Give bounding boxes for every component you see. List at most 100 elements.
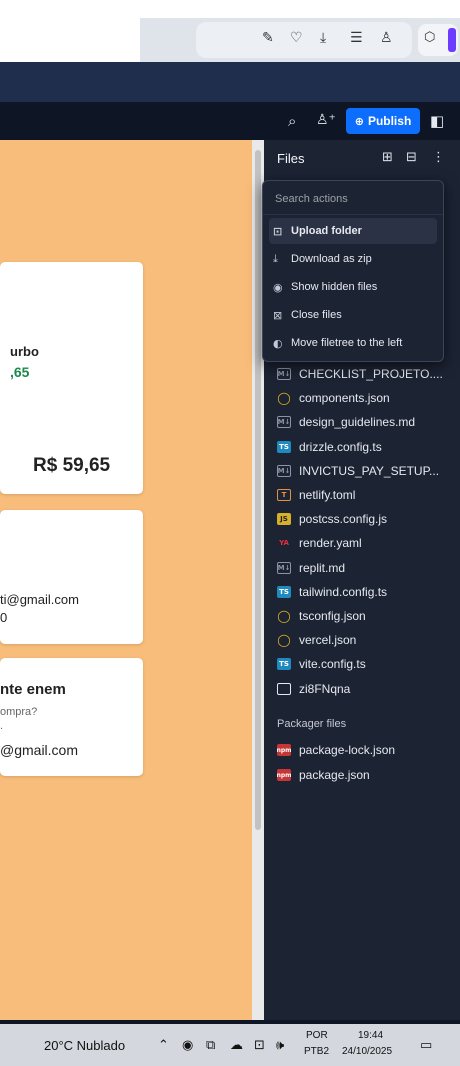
menu-item-move-filetree[interactable]: ◐ Move filetree to the left [269,330,437,356]
file-tree-item[interactable]: TS tailwind.config.ts [277,582,387,602]
tab-strip [0,62,460,102]
json-file-icon: ◯ [277,391,291,406]
file-tree-item[interactable]: ◯ vercel.json [277,630,356,650]
globe-icon: ⊕ [354,114,364,128]
clock-date[interactable]: 24/10/2025 [342,1046,392,1057]
network-icon[interactable]: ⊡ [254,1038,265,1053]
file-name: package-lock.json [299,743,396,757]
customer-phone: 0 [0,610,8,625]
file-name: postcss.config.js [299,512,388,527]
file-tree-item[interactable]: M↓ INVICTUS_PAY_SETUP... [277,461,439,481]
heart-icon[interactable]: ♡ [290,30,303,46]
packager-files-title: Packager files [277,718,347,730]
md-file-icon: M↓ [277,416,291,429]
yaml-file-icon: YA [279,539,289,548]
file-tree-item[interactable]: npm package-lock.json [277,740,395,760]
new-file-icon[interactable]: ⊞ [382,150,393,165]
product-line: . [0,720,4,732]
pen-icon[interactable]: ✎ [262,30,274,46]
meet-icon[interactable]: ⧉ [206,1038,215,1053]
upload-folder-icon: ⊡ [273,224,283,238]
download-icon[interactable]: ⤓ [320,30,326,46]
file-name: tailwind.config.ts [299,584,388,599]
file-tree-item[interactable]: M↓ replit.md [277,558,345,578]
record-icon[interactable]: ◉ [182,1038,193,1053]
menu-item-upload-folder[interactable]: ⊡ Upload folder [269,218,437,244]
file-name: vite.config.ts [299,657,366,672]
publish-button[interactable]: ⊕ Publish [346,108,420,134]
file-tree-item[interactable]: M↓ design_guidelines.md [277,412,415,432]
panel-toggle-icon[interactable]: ◧ [430,112,444,130]
menu-item-label: Move filetree to the left [291,337,403,349]
file-name: netlify.toml [299,488,356,502]
menu-item-download-zip[interactable]: ⤓ Download as zip [269,246,437,272]
product-email: @gmail.com [0,742,79,758]
menu-item-label: Close files [291,309,342,321]
file-actions-menu: Search actions ⊡ Upload folder ⤓ Downloa… [262,180,444,362]
ts-file-icon: TS [277,440,291,453]
more-icon[interactable]: ⋮ [432,150,445,165]
menu-divider [263,214,443,215]
file-tree-item[interactable]: npm package.json [277,765,370,785]
cloud-icon[interactable]: ☁ [230,1038,243,1053]
json-file-icon: ◯ [277,609,291,623]
invite-user-icon[interactable]: ♙⁺ [316,112,336,128]
product-name: nte enem [0,681,66,698]
sidebar-icon: ◐ [273,336,283,350]
file-name: package.json [299,768,370,782]
notifications-icon[interactable]: ▭ [420,1038,432,1053]
sliders-icon[interactable]: ☰ [350,30,363,46]
file-name: vercel.json [299,633,357,648]
file-name: INVICTUS_PAY_SETUP... [299,463,440,478]
menu-item-label: Download as zip [291,253,372,265]
json-file-icon: ◯ [277,633,291,648]
ts-file-icon: TS [277,585,291,598]
file-name: render.yaml [299,536,362,551]
menu-item-label: Show hidden files [291,281,378,293]
menu-item-show-hidden[interactable]: ◉ Show hidden files [269,274,437,300]
npm-file-icon: npm [277,744,291,756]
toml-file-icon: T [277,489,291,501]
volume-icon[interactable]: 🕪 [276,1038,284,1053]
keyboard-layout[interactable]: PTB2 [304,1046,329,1057]
files-panel-title: Files [277,151,305,166]
new-folder-icon[interactable]: ⊟ [406,150,417,165]
file-tree-item[interactable]: zi8FNqna [277,679,350,699]
file-tree-item[interactable]: ◯ tsconfig.json [277,606,365,626]
file-name: zi8FNqna [299,681,351,696]
clock-time[interactable]: 19:44 [358,1030,383,1041]
doc-file-icon [277,682,291,695]
publish-label: Publish [367,114,412,128]
product-title: urbo [10,344,39,359]
file-tree-item[interactable]: ◯ components.json [277,388,390,408]
cube-icon: ⬡ [424,30,436,45]
order-total: R$ 59,65 [33,455,111,476]
md-file-icon: M↓ [277,464,291,477]
chevron-up-icon[interactable]: ⌃ [158,1038,169,1053]
file-tree-item[interactable]: M↓ CHECKLIST_PROJETO.... [277,364,443,384]
file-tree-item[interactable]: YA render.yaml [277,533,362,553]
file-tree-item[interactable]: TS vite.config.ts [277,654,366,674]
file-tree-item[interactable]: Tnetlify.toml [277,485,355,505]
actions-search-input[interactable]: Search actions [275,193,348,205]
product-subtitle: ompra? [0,706,38,718]
file-tree-item[interactable]: TS drizzle.config.ts [277,437,382,457]
file-name: components.json [299,391,390,406]
profile-icon[interactable]: ♙ [380,30,393,46]
npm-file-icon: npm [277,769,291,781]
download-icon: ⤓ [273,252,278,265]
js-file-icon: JS [277,513,291,526]
file-tree-item[interactable]: JS postcss.config.js [277,509,387,529]
preview-scroll-thumb[interactable] [255,150,261,830]
file-name: replit.md [299,560,346,575]
weather-widget[interactable]: 20°C Nublado [44,1038,125,1053]
file-name: CHECKLIST_PROJETO.... [299,367,443,381]
eye-icon: ◉ [273,280,283,294]
close-files-icon: ⊠ [273,308,283,322]
menu-item-close-files[interactable]: ⊠ Close files [269,302,437,328]
product-price: ,65 [10,364,30,380]
ts-file-icon: TS [277,658,291,671]
md-file-icon: M↓ [277,561,291,574]
search-icon[interactable]: ⌕ [288,112,296,130]
language-indicator[interactable]: POR [306,1030,328,1041]
